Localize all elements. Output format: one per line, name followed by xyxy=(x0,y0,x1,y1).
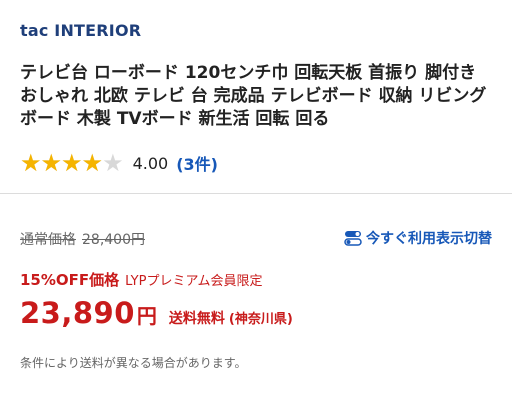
display-switch-label: 今すぐ利用表示切替 xyxy=(366,231,492,247)
rating-score: 4.00 xyxy=(132,153,169,173)
star-icon-filled: ★★★★★ xyxy=(20,150,103,176)
divider xyxy=(0,193,512,194)
toggle-icon xyxy=(344,231,362,246)
regular-price-amount: 28,400円 xyxy=(82,232,145,248)
display-switch-button[interactable]: 今すぐ利用表示切替 xyxy=(344,228,492,248)
regular-price: 通常価格 28,400円 xyxy=(20,229,145,249)
member-note: LYPプレミアム会員限定 xyxy=(125,274,263,289)
free-shipping-label: 送料無料 xyxy=(168,311,225,327)
discount-label: 15%OFF価格 xyxy=(20,271,120,289)
currency-label: 円 xyxy=(136,304,157,328)
review-count-link[interactable]: (3件) xyxy=(176,151,218,175)
store-name[interactable]: tac INTERIOR xyxy=(20,21,141,40)
shipping-footnote: 条件により送料が異なる場合があります。 xyxy=(20,356,247,370)
price-row: 23,890 円 送料無料 (神奈川県) xyxy=(20,296,293,330)
rating-row[interactable]: ★★★★★ ★★★★★ 4.00 (3件) xyxy=(20,150,218,176)
product-title: テレビ台 ローボード 120センチ巾 回転天板 首振り 脚付き おしゃれ 北欧 … xyxy=(20,63,487,129)
sale-price: 23,890 xyxy=(20,296,135,330)
shipping-region: (神奈川県) xyxy=(228,312,293,327)
star-rating: ★★★★★ ★★★★★ xyxy=(20,150,124,176)
regular-price-label: 通常価格 xyxy=(20,232,76,248)
sale-price-label: 15%OFF価格 LYPプレミアム会員限定 xyxy=(20,269,263,290)
